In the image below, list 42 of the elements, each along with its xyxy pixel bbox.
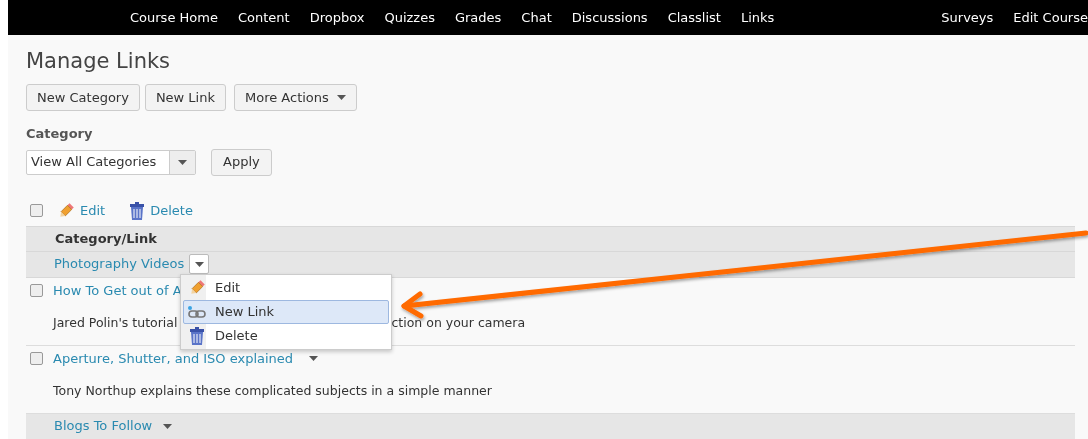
caret-icon <box>178 159 187 165</box>
caret-icon <box>194 261 204 267</box>
link-description: Jared Polin's tutorial <box>53 313 178 332</box>
caret-icon <box>162 423 172 429</box>
toolbar-button[interactable]: New Category <box>26 84 140 111</box>
checkbox[interactable] <box>30 204 43 217</box>
link-title[interactable]: Aperture, Shutter, and ISO explained <box>53 348 294 369</box>
page-title: Manage Links <box>26 48 172 74</box>
nav-link[interactable]: Edit Course <box>1013 7 1088 28</box>
nav-link[interactable]: Chat <box>521 7 552 28</box>
trash-icon <box>129 201 146 220</box>
toolbar-button[interactable]: More Actions <box>234 84 357 111</box>
menu-item[interactable]: Delete <box>183 324 389 348</box>
nav-link[interactable]: Quizzes <box>384 7 435 28</box>
menu-item[interactable]: New Link <box>183 300 389 324</box>
link-description: Tony Northup explains these complicated subjects in a simple manner <box>53 381 492 400</box>
nav-link[interactable]: Dropbox <box>309 7 365 28</box>
caret-icon <box>309 356 319 361</box>
nav-link[interactable]: Links <box>740 7 775 28</box>
nav-link[interactable]: Course Home <box>130 7 218 28</box>
nav-link[interactable]: Grades <box>454 7 502 28</box>
toolbar-button[interactable]: New Link <box>144 84 226 111</box>
trash-icon <box>189 327 205 345</box>
pencil-icon <box>57 201 75 220</box>
filter-label: Category <box>26 125 94 143</box>
menu-item[interactable]: Edit <box>183 276 389 300</box>
edit-action[interactable]: Edit <box>57 200 106 221</box>
link-description: ction on your camera <box>391 313 526 332</box>
delete-action[interactable]: Delete <box>129 200 193 221</box>
checkbox[interactable] <box>30 284 43 297</box>
pencil-icon <box>188 279 206 297</box>
nav-link[interactable]: Classlist <box>667 7 721 28</box>
nav-link[interactable]: Discussions <box>571 7 648 28</box>
caret-icon <box>336 95 346 100</box>
nav-link[interactable]: Surveys <box>941 7 994 28</box>
checkbox[interactable] <box>30 352 43 365</box>
category-select[interactable]: View All Categories <box>26 149 196 175</box>
menu-toggle[interactable] <box>189 254 210 274</box>
nav-link[interactable]: Content <box>237 7 290 28</box>
column-header: Category/Link <box>26 225 1075 252</box>
chain-link-icon <box>187 305 207 319</box>
apply-button[interactable]: Apply <box>211 148 272 176</box>
